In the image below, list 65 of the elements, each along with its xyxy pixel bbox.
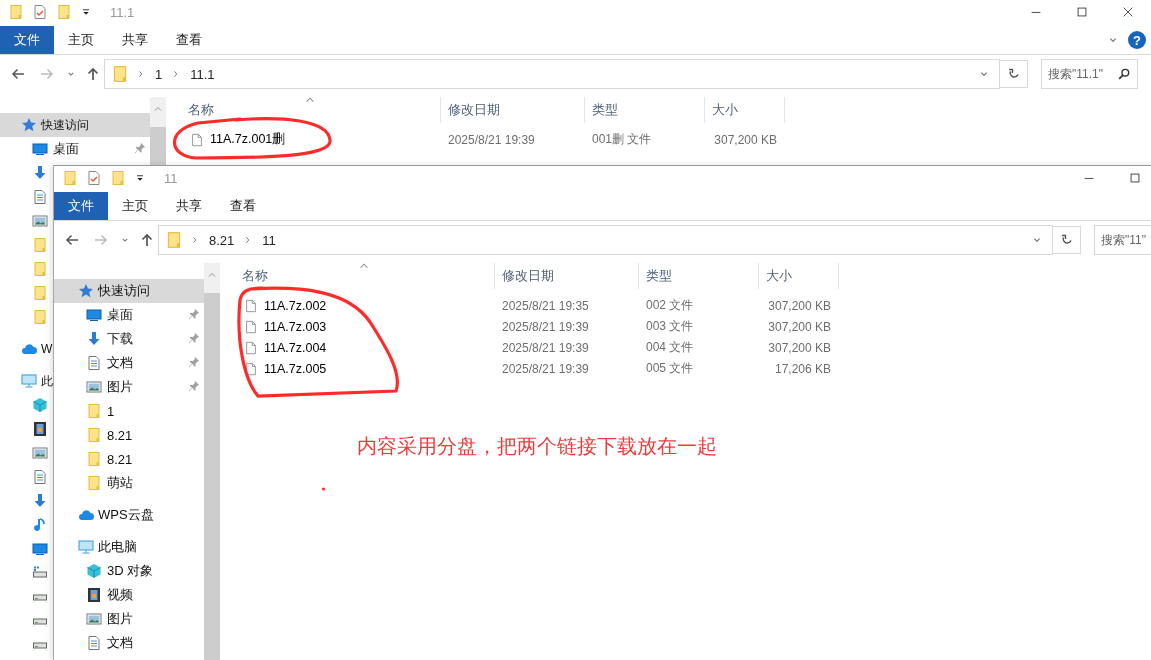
nav-item[interactable]: 图片	[86, 610, 133, 628]
column-header[interactable]: 名称	[235, 263, 495, 289]
help-button[interactable]: ?	[1128, 31, 1146, 49]
file-name[interactable]: 11A.7z.001删	[210, 131, 286, 148]
file-size: 307,200 KB	[768, 319, 831, 334]
nav-item[interactable]: 此电脑	[78, 538, 137, 556]
window-title: 11.1	[110, 4, 135, 20]
file-name[interactable]: 11A.7z.005	[264, 361, 327, 376]
file-type: 004 文件	[646, 340, 694, 354]
ribbon-tab[interactable]: 文件	[54, 192, 108, 220]
column-header[interactable]: 类型	[639, 263, 759, 289]
column-header[interactable]: 大小	[759, 263, 839, 289]
annotation-note: 内容采用分盘，把两个链接下载放在一起	[357, 434, 717, 459]
nav-item[interactable]: WPS云盘	[78, 506, 154, 524]
column-header[interactable]: 类型	[585, 97, 705, 123]
search-field[interactable]: 搜索"11"	[1094, 225, 1151, 255]
address-bar[interactable]: 1 11.1	[104, 59, 1000, 89]
address-bar[interactable]: 8.21 11	[158, 225, 1053, 255]
modified-date: 2025/8/21 19:39	[502, 361, 589, 376]
nav-item[interactable]: 下载	[86, 330, 133, 348]
file-name[interactable]: 11A.7z.003	[264, 319, 327, 334]
ribbon-tab[interactable]: 共享	[162, 192, 216, 220]
column-header[interactable]: 修改日期	[441, 97, 585, 123]
modified-date: 2025/8/21 19:39	[502, 319, 589, 334]
file-name[interactable]: 11A.7z.002	[264, 298, 327, 313]
nav-item[interactable]: 此	[21, 372, 53, 390]
nav-item[interactable]: 文档	[86, 354, 133, 372]
nav-item[interactable]: 桌面	[86, 306, 133, 324]
nav-item[interactable]: 8.21	[86, 427, 133, 443]
nav-item[interactable]: 3D 对象	[86, 562, 154, 580]
file-size: 307,200 KB	[768, 340, 831, 355]
breadcrumb[interactable]: 11	[260, 232, 278, 248]
nav-item[interactable]: 图片	[86, 378, 133, 396]
ribbon-tab[interactable]: 主页	[54, 26, 108, 54]
column-header[interactable]: 修改日期	[495, 263, 639, 289]
file-size: 17,206 KB	[774, 361, 831, 376]
nav-item[interactable]: W	[21, 341, 53, 357]
modified-date: 2025/8/21 19:35	[502, 298, 589, 313]
column-header[interactable]: 大小	[705, 97, 785, 123]
column-header[interactable]: 名称	[181, 97, 441, 123]
nav-item[interactable]: 8.21	[86, 451, 133, 467]
breadcrumb[interactable]: 8.21	[207, 232, 237, 248]
modified-date: 2025/8/21 19:39	[502, 340, 589, 355]
file-size: 307,200 KB	[768, 298, 831, 313]
nav-item[interactable]: 视频	[86, 586, 133, 604]
modified-date: 2025/8/21 19:39	[448, 132, 535, 147]
file-type: 002 文件	[646, 298, 694, 312]
ribbon-tab[interactable]: 主页	[108, 192, 162, 220]
breadcrumb[interactable]: 11.1	[188, 66, 217, 82]
file-name[interactable]: 11A.7z.004	[264, 340, 327, 355]
ribbon-tab[interactable]: 共享	[108, 26, 162, 54]
file-type: 001删 文件	[592, 132, 652, 146]
breadcrumb[interactable]: 1	[153, 66, 165, 82]
file-size: 307,200 KB	[714, 132, 777, 147]
ribbon-tab[interactable]: 文件	[0, 26, 54, 54]
nav-item[interactable]: 文档	[86, 634, 133, 652]
nav-item[interactable]: 萌站	[86, 474, 133, 492]
file-type: 003 文件	[646, 319, 694, 333]
nav-item[interactable]: 1	[86, 403, 115, 419]
search-field[interactable]: 搜索"11.1"	[1041, 59, 1138, 89]
ribbon-tab[interactable]: 查看	[216, 192, 270, 220]
ribbon-tab[interactable]: 查看	[162, 26, 216, 54]
window-title: 11	[164, 170, 178, 186]
nav-item[interactable]: 桌面	[32, 140, 79, 158]
file-type: 005 文件	[646, 361, 694, 375]
